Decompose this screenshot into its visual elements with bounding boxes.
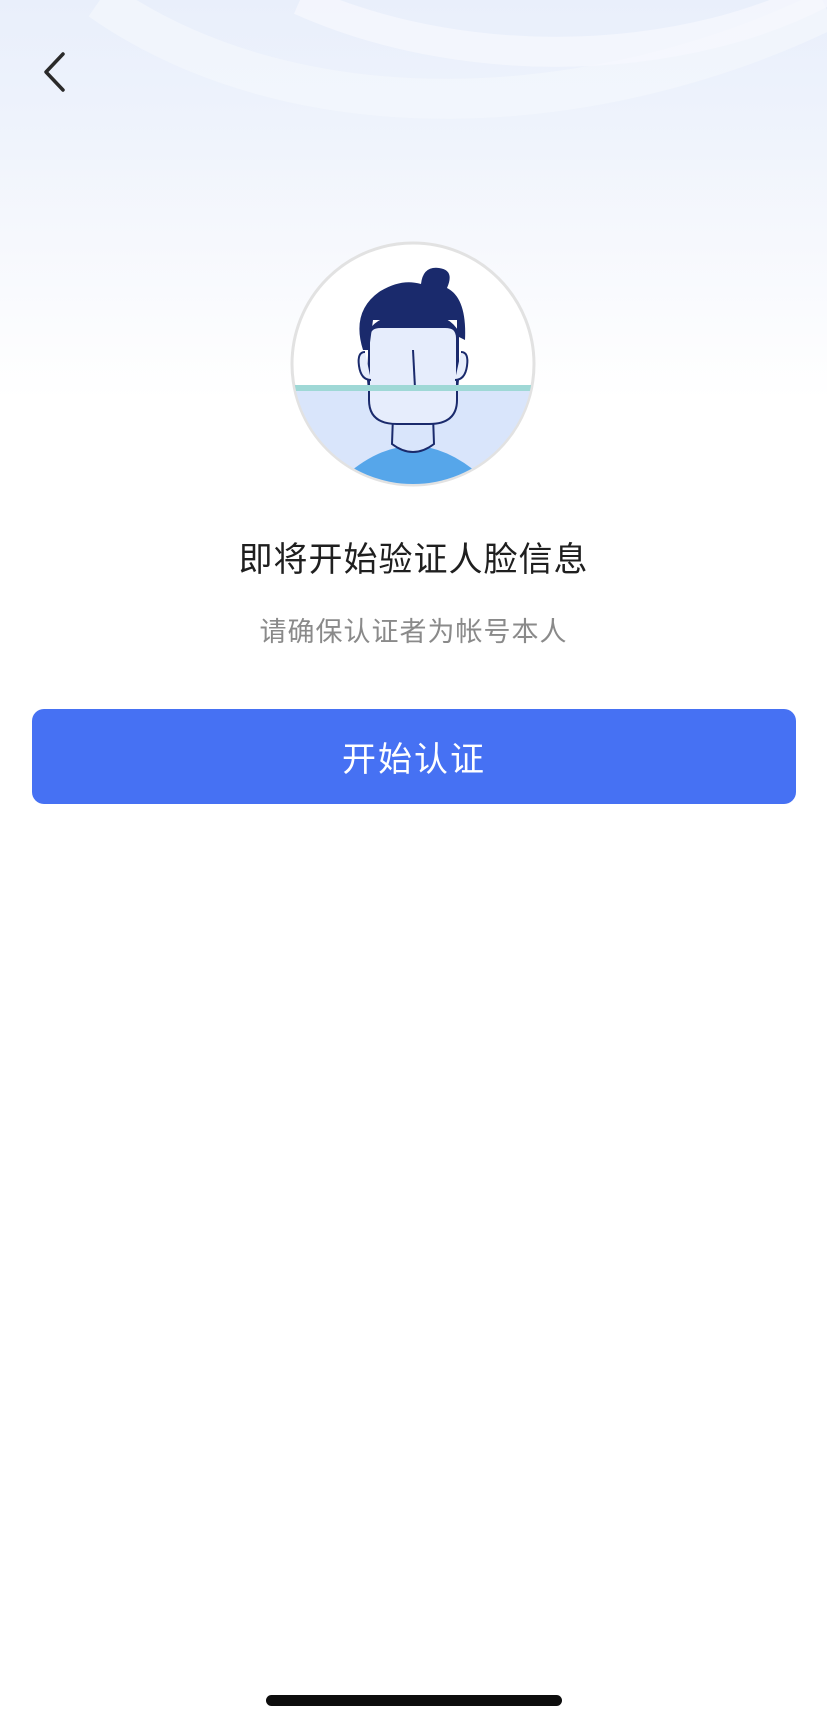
chevron-left-icon [44, 52, 65, 92]
face-scan-illustration [289, 240, 537, 488]
start-verification-button[interactable]: 开始认证 [32, 709, 796, 804]
page-title: 即将开始验证人脸信息 [238, 540, 589, 580]
home-indicator[interactable] [266, 1695, 562, 1706]
face-scan-icon [290, 241, 536, 487]
back-button[interactable] [30, 42, 80, 102]
page-subtitle: 请确保认证者为帐号本人 [259, 617, 568, 648]
